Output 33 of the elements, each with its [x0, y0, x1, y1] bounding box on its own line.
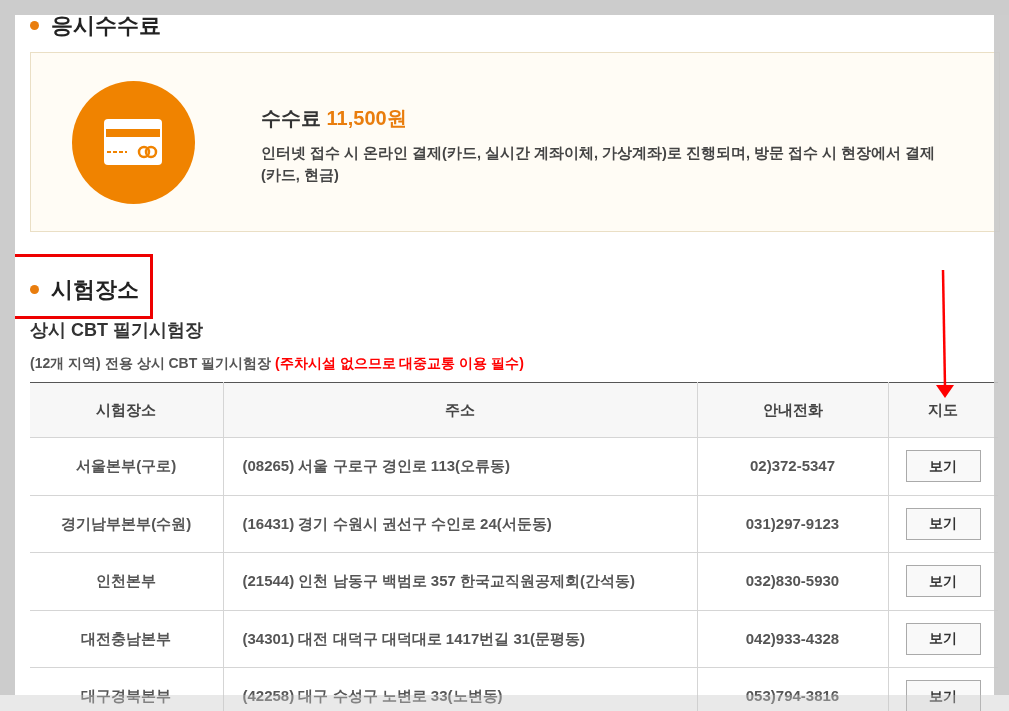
- phone-number: 02)372-5347: [749, 457, 836, 474]
- payment-description: 인터넷 접수 시 온라인 결제(카드, 실시간 계좌이체, 가상계좌)로 진행되며, 방문 접수 시 현장에서 결제 (카드, 현금): [261, 143, 937, 185]
- venue-name: 서울본부(구로): [76, 457, 177, 474]
- address-text: (42258) 대구 수성구 노변로 33(노변동): [242, 687, 503, 704]
- bullet-icon: [30, 20, 39, 30]
- address-text: (16431) 경기 수원시 권선구 수인로 24(서둔동): [242, 514, 552, 532]
- phone-number: 031)297-9123: [745, 514, 840, 532]
- phone-number: 053)794-3816: [745, 687, 840, 704]
- map-view-button[interactable]: 보기: [905, 507, 981, 540]
- bullet-icon: [30, 284, 39, 294]
- map-view-button[interactable]: 보기: [905, 622, 981, 655]
- address-text: (34301) 대전 대덕구 대덕대로 1417번길 31(문평동): [242, 629, 586, 647]
- address-text: (08265) 서울 구로구 경인로 113(오류동): [242, 457, 511, 474]
- section-heading: 응시수수료: [51, 11, 161, 40]
- column-header: 주소: [445, 400, 475, 418]
- section-heading: 시험장소: [51, 275, 139, 304]
- phone-number: 032)830-5930: [745, 572, 840, 589]
- subheading: 상시 CBT 필기시험장: [30, 319, 204, 342]
- credit-card-icon: [72, 80, 195, 204]
- fee-amount: 수수료 11,500원: [261, 105, 408, 131]
- venue-name: 대전충남본부: [81, 629, 172, 647]
- map-view-button[interactable]: 보기: [905, 680, 981, 711]
- venue-name: 인천본부: [96, 572, 157, 589]
- column-header: 지도: [928, 400, 959, 418]
- map-view-button[interactable]: 보기: [905, 450, 981, 483]
- venue-name: 대구경북본부: [81, 687, 172, 704]
- address-text: (21544) 인천 남동구 백범로 357 한국교직원공제회(간석동): [242, 572, 636, 589]
- venue-note: (12개 지역) 전용 상시 CBT 필기시험장 (주차시설 없으므로 대중교통 이용 필수): [30, 354, 525, 373]
- column-header: 시험장소: [96, 400, 157, 418]
- column-header: 안내전화: [762, 400, 823, 418]
- phone-number: 042)933-4328: [745, 629, 840, 647]
- venue-name: 경기남부본부(수원): [61, 514, 192, 532]
- map-view-button[interactable]: 보기: [905, 565, 981, 598]
